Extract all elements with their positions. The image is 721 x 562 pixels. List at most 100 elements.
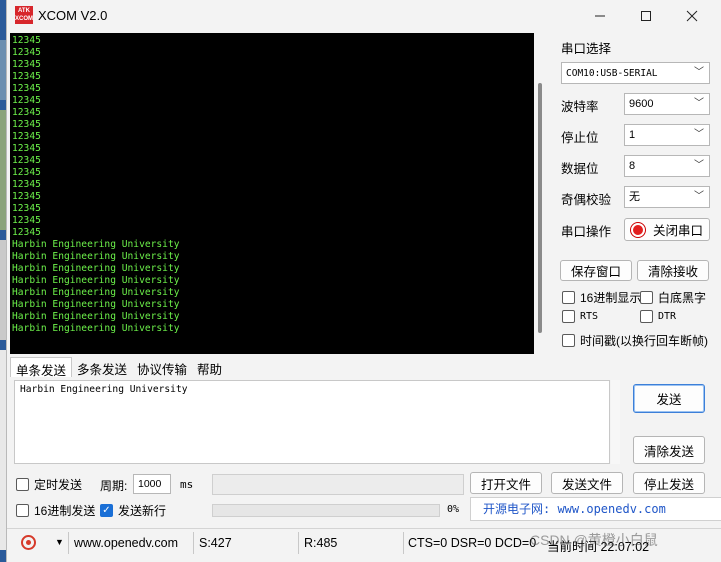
stop-bits-select[interactable]: 1 ﹀ (624, 124, 710, 146)
receive-lines: 12345 12345 12345 12345 12345 12345 12345 12345… (10, 33, 534, 335)
clear-receive-button[interactable]: 清除接收 (637, 260, 709, 281)
receive-line: Harbin Engineering University (12, 311, 180, 322)
receive-line: 12345 (12, 215, 41, 226)
minimize-icon (595, 15, 605, 17)
data-bits-value: 8 (629, 160, 636, 172)
window-title: XCOM V2.0 (38, 8, 108, 23)
checkbox-box[interactable] (16, 504, 29, 517)
chevron-down-icon: ﹀ (694, 191, 704, 202)
send-input[interactable]: Harbin Engineering University (14, 380, 610, 464)
timed-send-checkbox[interactable]: 定时发送 (16, 476, 82, 493)
send-newline-checkbox[interactable]: ✓ 发送新行 (100, 502, 166, 519)
data-bits-select[interactable]: 8 ﹀ (624, 155, 710, 177)
checkbox-box[interactable] (562, 310, 575, 323)
rts-label: RTS (580, 311, 599, 322)
tab-help[interactable]: 帮助 (192, 357, 227, 377)
checkbox-box[interactable] (640, 310, 653, 323)
maximize-icon (641, 11, 651, 21)
dtr-checkbox[interactable]: DTR (640, 310, 676, 323)
timestamp-checkbox[interactable]: 时间戳(以换行回车断帧) (562, 332, 708, 349)
checkmark-icon[interactable]: ✓ (100, 504, 113, 517)
hex-send-checkbox[interactable]: 16进制发送 (16, 502, 95, 519)
title-bar[interactable]: ATK XCOM XCOM V2.0 (7, 0, 721, 32)
receive-line: 12345 (12, 179, 41, 190)
tab-protocol[interactable]: 协议传输 (132, 357, 192, 377)
receive-line: 12345 (12, 107, 41, 118)
tab-multi-send[interactable]: 多条发送 (72, 357, 132, 377)
port-op-label: 串口操作 (561, 225, 612, 239)
xcom-window: ATK XCOM XCOM V2.0 12345 12345 12345 12345 1… (6, 0, 721, 562)
file-path-field[interactable] (212, 474, 464, 495)
scrollbar-thumb[interactable] (538, 83, 542, 333)
watermark-text: CSDN @黄橙小白鼠 (530, 532, 658, 548)
send-scrollbar[interactable] (611, 380, 620, 464)
save-window-button[interactable]: 保存窗口 (560, 260, 632, 281)
period-input[interactable]: 1000 (133, 474, 171, 494)
receive-line: 12345 (12, 131, 41, 142)
minimize-button[interactable] (577, 0, 623, 32)
period-label: 周期: (100, 479, 128, 493)
receive-line: 12345 (12, 59, 41, 70)
receive-line: 12345 (12, 143, 41, 154)
checkbox-box[interactable] (562, 291, 575, 304)
send-button[interactable]: 发送 (633, 384, 705, 413)
receive-line: 12345 (12, 47, 41, 58)
hex-send-label: 16进制发送 (34, 504, 96, 518)
close-button[interactable] (669, 0, 715, 32)
hex-display-checkbox[interactable]: 16进制显示 (562, 289, 641, 306)
status-sent-count: S:427 (199, 536, 232, 550)
receive-line: Harbin Engineering University (12, 263, 180, 274)
chevron-down-icon: ﹀ (694, 129, 704, 140)
send-newline-label: 发送新行 (118, 504, 167, 518)
send-text: Harbin Engineering University (20, 384, 188, 395)
dropdown-arrow-icon[interactable]: ▼ (55, 537, 64, 547)
send-progress-bar (212, 504, 440, 517)
openedv-link[interactable]: 开源电子网: www.openedv.com (470, 497, 721, 521)
close-port-button[interactable]: 关闭串口 (624, 218, 710, 241)
checkbox-box[interactable] (16, 478, 29, 491)
chevron-down-icon: ﹀ (694, 160, 704, 171)
tab-single-send[interactable]: 单条发送 (10, 357, 73, 378)
app-icon: ATK XCOM (15, 6, 33, 24)
receive-line: Harbin Engineering University (12, 323, 180, 334)
maximize-button[interactable] (623, 0, 669, 32)
send-tabs: 单条发送 多条发送 协议传输 帮助 (10, 357, 227, 378)
receive-line: Harbin Engineering University (12, 239, 180, 250)
stop-send-button[interactable]: 停止发送 (633, 472, 705, 494)
dtr-label: DTR (658, 311, 677, 322)
port-select-label: 串口选择 (561, 42, 612, 56)
receive-line: 12345 (12, 71, 41, 82)
receive-line: Harbin Engineering University (12, 275, 180, 286)
white-bg-label: 白底黑字 (658, 291, 707, 305)
receive-line: 12345 (12, 203, 41, 214)
status-lines: CTS=0 DSR=0 DCD=0 (408, 536, 537, 550)
rts-checkbox[interactable]: RTS (562, 310, 598, 323)
stop-bits-value: 1 (629, 129, 636, 141)
receive-line: 12345 (12, 227, 41, 238)
port-select-value: COM10:USB-SERIAL (566, 68, 658, 79)
chevron-down-icon: ﹀ (694, 98, 704, 109)
receive-scrollbar[interactable] (536, 33, 545, 354)
open-file-button[interactable]: 打开文件 (470, 472, 542, 494)
receive-line: 12345 (12, 155, 41, 166)
timestamp-label: 时间戳(以换行回车断帧) (580, 334, 708, 348)
receive-area[interactable]: 12345 12345 12345 12345 12345 12345 12345 12345… (10, 33, 534, 354)
port-select[interactable]: COM10:USB-SERIAL ﹀ (561, 62, 710, 84)
receive-line: Harbin Engineering University (12, 299, 180, 310)
parity-select[interactable]: 无 ﹀ (624, 186, 710, 208)
status-led-icon (630, 222, 645, 237)
clear-send-button[interactable]: 清除发送 (633, 436, 705, 464)
parity-label: 奇偶校验 (561, 193, 612, 207)
checkbox-box[interactable] (640, 291, 653, 304)
status-website[interactable]: www.openedv.com (74, 536, 178, 550)
status-received-count: R:485 (304, 536, 338, 550)
receive-line: 12345 (12, 119, 41, 130)
period-unit: ms (180, 478, 194, 491)
checkbox-box[interactable] (562, 334, 575, 347)
baud-select[interactable]: 9600 ﹀ (624, 93, 710, 115)
record-icon[interactable] (21, 535, 36, 550)
timed-send-label: 定时发送 (34, 478, 83, 492)
progress-text: 0% (447, 504, 460, 515)
white-bg-checkbox[interactable]: 白底黑字 (640, 289, 706, 306)
send-file-button[interactable]: 发送文件 (551, 472, 623, 494)
